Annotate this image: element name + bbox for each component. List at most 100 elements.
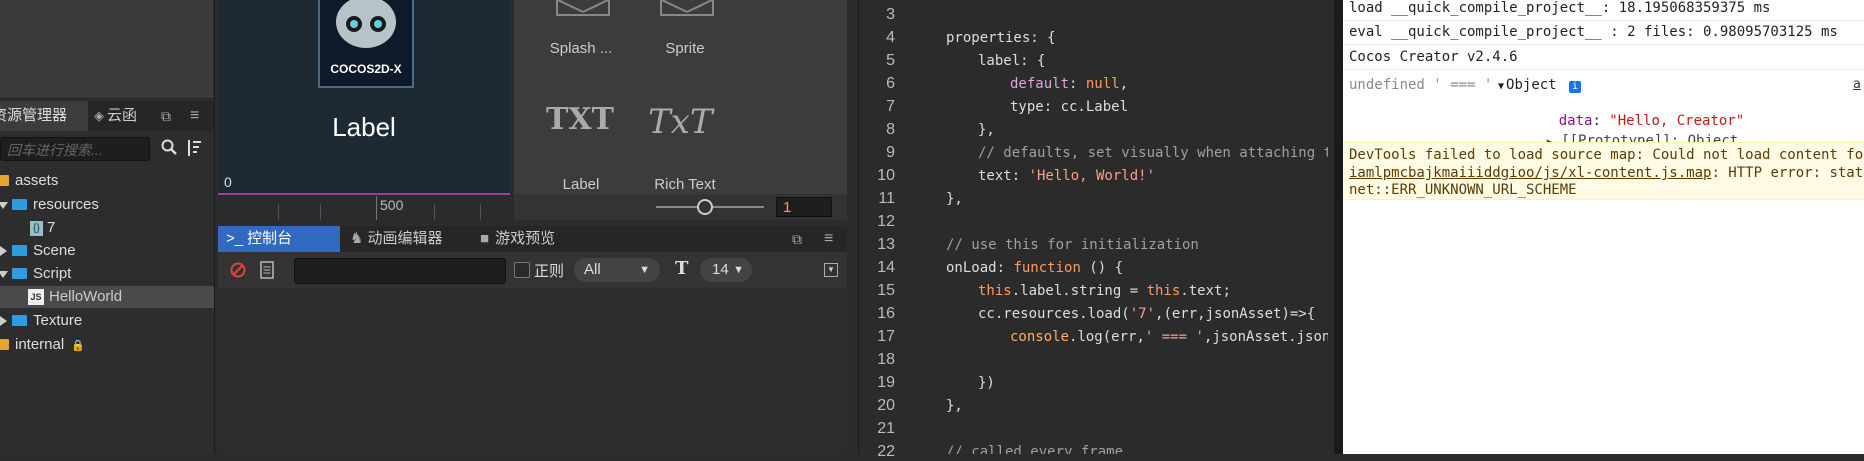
log-prefix: undefined ' === ' (1349, 77, 1493, 93)
font-size-icon: T (675, 258, 689, 279)
info-icon: i (1569, 81, 1582, 93)
label-thumbnail-glyph[interactable]: TXT (546, 102, 614, 137)
code-line-8: }, (978, 122, 995, 138)
tree-item-json-7[interactable]: {} 7 (30, 217, 55, 239)
clear-console-icon[interactable] (230, 262, 246, 283)
code-line-9: // defaults, set visually when attaching… (978, 145, 1328, 161)
tree-item-helloworld[interactable]: JS HelloWorld (0, 286, 214, 308)
console-output (218, 288, 847, 454)
code-line-13: // use this for initialization (946, 237, 1199, 253)
regex-checkbox[interactable] (514, 262, 530, 278)
tab-game-preview[interactable]: ■ 游戏预览 (480, 226, 555, 252)
logo-text: COCOS2D-X (330, 62, 402, 76)
tree-item-script[interactable]: Script (0, 263, 71, 285)
log-line-version: Cocos Creator v2.4.6 (1349, 49, 1518, 65)
panel-menu-icon[interactable]: ≡ (190, 101, 208, 131)
code-line-10: text: 'Hello, World!' (978, 168, 1156, 184)
devtools-splitter[interactable] (1334, 0, 1343, 454)
code-line-11: }, (946, 191, 963, 207)
widget-palette: Splash ... Sprite TXT TxT Label Rich Tex… (514, 0, 847, 220)
expand-arrow-icon (0, 201, 8, 209)
maximize-panel-icon[interactable]: ⧉ (161, 101, 179, 131)
collapse-toggle-icon[interactable]: ▼ (824, 263, 838, 277)
chevron-down-icon: ▼ (639, 264, 650, 276)
code-line-14: onLoad: function () { (946, 260, 1124, 276)
chevron-down-icon: ▼ (733, 264, 744, 276)
code-line-22: // called every frame (946, 444, 1124, 454)
panel-menu-icon[interactable]: ≡ (824, 226, 833, 252)
tab-cloud-function[interactable]: ◈ 云函 (94, 101, 154, 131)
cocos-logo: COCOS2D-X (318, 0, 414, 88)
hierarchy-panel-empty (0, 0, 213, 99)
log-level-select[interactable]: All ▼ (574, 258, 660, 282)
assets-tab-bar: 资源管理器 ◈云函 ⧉ ≡ (0, 101, 214, 131)
expand-triangle-icon: ▼ (1498, 81, 1505, 92)
code-line-7: type: cc.Label (1010, 99, 1129, 115)
scene-ruler: 0 500 (218, 174, 510, 221)
tab-console[interactable]: >_ 控制台 (218, 226, 340, 252)
sourcemap-warning: DevTools failed to load source map: Coul… (1343, 142, 1864, 200)
tab-animation-editor[interactable]: ♞ 动画编辑器 (350, 226, 442, 252)
code-editor[interactable]: properties: { label: { default: null, ty… (902, 0, 1328, 454)
folder-icon (12, 267, 27, 279)
sprite-thumbnail[interactable] (660, 0, 714, 16)
console-tab-bar: >_ 控制台 ♞ 动画编辑器 ■ 游戏预览 ⧉ ≡ (218, 226, 847, 252)
tree-item-internal[interactable]: internal 🔒 (0, 334, 85, 356)
assets-panel: 资源管理器 ◈云函 ⧉ ≡ 回车进行搜索... assets resources… (0, 0, 215, 454)
folder-icon (12, 198, 27, 210)
collapse-arrow-icon (0, 246, 7, 257)
source-link[interactable]: a (1853, 77, 1861, 92)
regex-label: 正则 (534, 263, 565, 280)
tab-assets-manager[interactable]: 资源管理器 (0, 101, 88, 131)
sourcemap-link[interactable]: iamlpmcbajkmaiiiddgioo/js/xl-content.js.… (1349, 165, 1711, 181)
expand-arrow-icon (0, 270, 8, 278)
eye-icon: ◈ (94, 108, 104, 123)
code-line-17: console.log(err,' === ',jsonAsset.json) (1010, 329, 1328, 345)
folder-icon (12, 314, 27, 326)
database-icon (0, 338, 9, 350)
console-toolbar: 正则 All ▼ T 14 ▼ ▼ (218, 252, 847, 288)
code-line-6: default: null, (1010, 76, 1129, 92)
folder-icon (12, 244, 27, 256)
zoom-slider-handle[interactable] (697, 199, 713, 215)
palette-item-sprite[interactable]: Sprite (635, 40, 735, 57)
js-file-icon: JS (28, 289, 44, 306)
font-size-select[interactable]: 14 ▼ (700, 258, 752, 282)
palette-item-label[interactable]: Label (531, 176, 631, 193)
splash-thumbnail[interactable] (556, 0, 610, 16)
terminal-icon: >_ (226, 230, 244, 247)
lock-icon: 🔒 (71, 340, 86, 352)
object-toggle[interactable]: ▼ Object i (1498, 77, 1582, 93)
scene-view[interactable]: COCOS2D-X Label (218, 0, 510, 220)
code-line-15: this.label.string = this.text; (978, 283, 1231, 299)
tree-item-assets[interactable]: assets (0, 170, 58, 192)
database-icon (0, 174, 9, 186)
zoom-value-input[interactable]: 1 (776, 197, 832, 217)
tree-item-scene[interactable]: Scene (0, 240, 76, 262)
scene-label-node: Label (332, 112, 396, 142)
assets-search-row: 回车进行搜索... (0, 134, 214, 164)
open-log-file-icon[interactable] (260, 261, 274, 284)
collapse-arrow-icon (0, 316, 7, 327)
search-icon[interactable] (161, 139, 177, 160)
palette-item-splash[interactable]: Splash ... (531, 40, 631, 57)
code-line-20: }, (946, 398, 963, 414)
maximize-panel-icon[interactable]: ⧉ (792, 226, 802, 252)
ruler-label-zero: 0 (224, 174, 232, 190)
camera-icon: ■ (480, 230, 490, 247)
tree-item-resources[interactable]: resources (0, 194, 99, 216)
palette-item-richtext[interactable]: Rich Text (635, 176, 735, 193)
panel-splitter[interactable] (848, 0, 858, 454)
richtext-thumbnail-glyph[interactable]: TxT (648, 102, 713, 142)
palette-zoom-bar: 1 (514, 194, 847, 220)
code-line-5: label: { (978, 53, 1046, 69)
tree-item-texture[interactable]: Texture (0, 310, 82, 332)
console-filter-input[interactable] (294, 258, 506, 284)
code-line-16: cc.resources.load('7',(err,jsonAsset)=>{ (978, 306, 1316, 322)
sort-icon[interactable] (186, 139, 202, 162)
assets-search-input[interactable]: 回车进行搜索... (0, 137, 150, 161)
line-number-gutter: 3 4 5 6 7 8 9 10 11 12 13 14 15 16 17 18… (858, 0, 903, 460)
devtools-console: load __quick_compile_project__: 18.19506… (1343, 0, 1864, 454)
code-line-19: }) (978, 375, 995, 391)
code-line-4: properties: { (946, 30, 1056, 46)
